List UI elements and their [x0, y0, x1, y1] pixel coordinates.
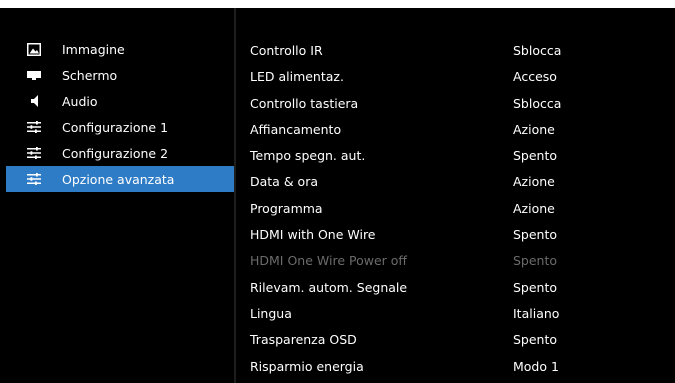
- setting-row-hdmi-one-wire-power-off: HDMI One Wire Power off Spento: [236, 249, 675, 275]
- setting-row-data-ora[interactable]: Data & ora Azione: [236, 170, 675, 196]
- setting-value[interactable]: Modo 1: [513, 359, 559, 374]
- sliders-icon: [26, 146, 42, 160]
- setting-row-hdmi-with-one-wire[interactable]: HDMI with One Wire Spento: [236, 223, 675, 249]
- setting-label: Affiancamento: [250, 121, 342, 137]
- setting-row-programma[interactable]: Programma Azione: [236, 197, 675, 223]
- setting-row-lingua[interactable]: Lingua Italiano: [236, 302, 675, 328]
- image-icon: [26, 42, 42, 56]
- setting-value: Spento: [513, 253, 558, 269]
- sliders-icon: [26, 120, 42, 134]
- sidebar-item-label: Schermo: [62, 67, 118, 83]
- setting-label: Trasparenza OSD: [250, 332, 357, 348]
- setting-label: HDMI with One Wire: [250, 227, 376, 243]
- sliders-icon: [26, 172, 42, 186]
- category-sidebar: Immagine Schermo Audio Configurazione 1 …: [0, 8, 234, 383]
- sidebar-item-label: Configurazione 1: [62, 119, 169, 135]
- setting-row-controllo-ir[interactable]: Controllo IR Sblocca: [236, 39, 675, 65]
- sidebar-item-schermo[interactable]: Schermo: [6, 62, 234, 88]
- setting-value[interactable]: Italiano: [513, 306, 559, 321]
- category-list: Immagine Schermo Audio Configurazione 1 …: [6, 36, 234, 192]
- screen-icon: [26, 68, 42, 82]
- setting-label: Controllo IR: [250, 43, 323, 58]
- setting-value[interactable]: Spento: [513, 148, 557, 163]
- speaker-icon: [26, 94, 42, 108]
- setting-row-controllo-tastiera[interactable]: Controllo tastiera Sblocca: [236, 92, 675, 118]
- setting-row-trasparenza-osd[interactable]: Trasparenza OSD Spento: [236, 328, 675, 354]
- setting-value[interactable]: Azione: [513, 201, 555, 216]
- setting-value[interactable]: Spento: [513, 332, 557, 347]
- sidebar-item-configurazione-1[interactable]: Configurazione 1: [6, 114, 234, 140]
- setting-value[interactable]: Spento: [513, 227, 557, 242]
- settings-list: Controllo IR Sblocca LED alimentaz. Acce…: [236, 39, 675, 381]
- setting-row-risparmio-energia[interactable]: Risparmio energia Modo 1: [236, 355, 675, 381]
- sidebar-item-opzione-avanzata[interactable]: Opzione avanzata: [6, 166, 234, 192]
- setting-row-affiancamento[interactable]: Affiancamento Azione: [236, 118, 675, 144]
- setting-row-rilevam-autom-segnale[interactable]: Rilevam. autom. Segnale Spento: [236, 276, 675, 302]
- setting-label: Risparmio energia: [250, 358, 364, 374]
- setting-row-led-alimentaz[interactable]: LED alimentaz. Acceso: [236, 65, 675, 91]
- setting-value[interactable]: Acceso: [513, 69, 557, 84]
- setting-label: HDMI One Wire Power off: [250, 253, 408, 269]
- sidebar-item-label: Configurazione 2: [62, 145, 169, 161]
- setting-value[interactable]: Sblocca: [513, 96, 561, 111]
- setting-label: Controllo tastiera: [250, 95, 359, 111]
- setting-label: Rilevam. autom. Segnale: [250, 279, 408, 295]
- osd-menu: Immagine Schermo Audio Configurazione 1 …: [0, 8, 675, 383]
- setting-label: Programma: [250, 200, 323, 216]
- setting-value[interactable]: Azione: [513, 174, 555, 189]
- sidebar-item-label: Opzione avanzata: [62, 171, 175, 187]
- setting-value[interactable]: Sblocca: [513, 43, 561, 58]
- setting-label: Tempo spegn. aut.: [250, 148, 366, 164]
- sidebar-item-label: Audio: [62, 93, 98, 109]
- setting-value[interactable]: Spento: [513, 280, 557, 295]
- settings-panel: Controllo IR Sblocca LED alimentaz. Acce…: [236, 8, 675, 383]
- setting-value[interactable]: Azione: [513, 122, 555, 137]
- sidebar-item-audio[interactable]: Audio: [6, 88, 234, 114]
- sidebar-item-immagine[interactable]: Immagine: [6, 36, 234, 62]
- sidebar-item-label: Immagine: [62, 41, 125, 57]
- setting-label: LED alimentaz.: [250, 69, 344, 85]
- setting-label: Lingua: [250, 305, 292, 321]
- sidebar-item-configurazione-2[interactable]: Configurazione 2: [6, 140, 234, 166]
- setting-label: Data & ora: [250, 174, 318, 190]
- setting-row-tempo-spegn-aut[interactable]: Tempo spegn. aut. Spento: [236, 144, 675, 170]
